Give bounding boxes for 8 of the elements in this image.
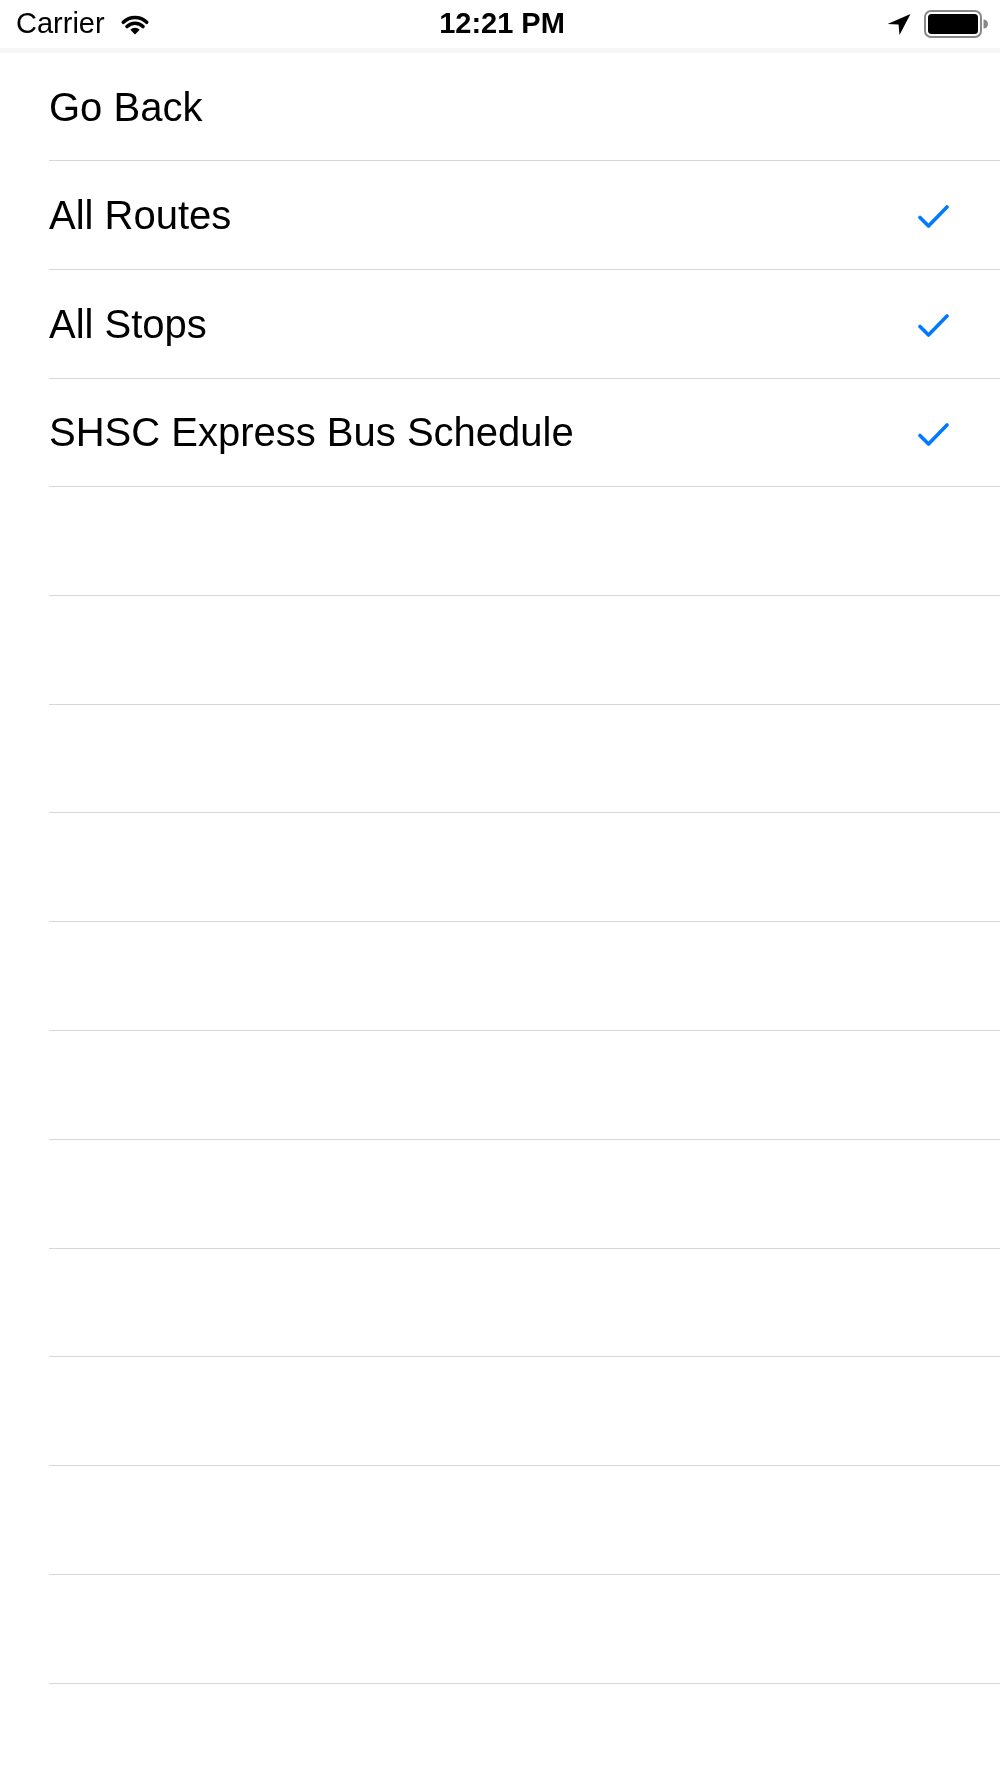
location-arrow-icon xyxy=(887,13,912,35)
list-item[interactable]: SHSC Express Bus Schedule xyxy=(49,378,1000,488)
carrier-name: Carrier xyxy=(16,6,105,42)
list-item[interactable]: Go Back xyxy=(49,53,1000,161)
list-item[interactable]: All Stops xyxy=(49,269,1000,379)
list-item[interactable]: All Routes xyxy=(49,161,1000,270)
status-time: 12:21 PM xyxy=(439,6,565,42)
battery-icon xyxy=(924,10,988,38)
